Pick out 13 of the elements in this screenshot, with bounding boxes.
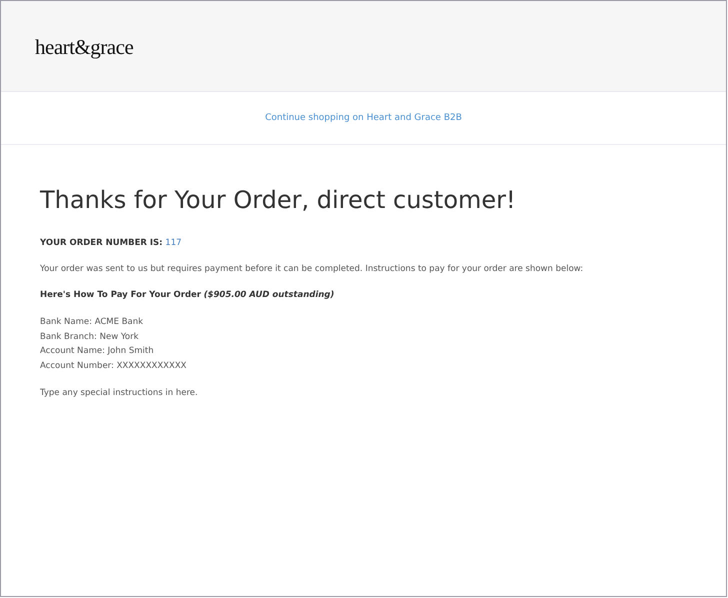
payment-heading: Here's How To Pay For Your Order xyxy=(40,290,201,300)
bank-detail: Bank Branch: New York xyxy=(40,330,139,344)
page-heading: Thanks for Your Order, direct customer! xyxy=(40,185,517,215)
outstanding-amount: ($905.00 AUD outstanding) xyxy=(204,290,334,300)
bank-detail: Account Number: XXXXXXXXXXXX xyxy=(40,360,186,372)
special-instructions: Type any special instructions in here. xyxy=(40,387,199,399)
order-number: 117 xyxy=(165,238,182,248)
order-message: Your order was sent to us but requires payment before it can be completed. Instructions to pay for your order are shown below: xyxy=(40,263,584,275)
bank-detail: Bank Name: ACME Bank xyxy=(40,316,144,329)
logo: heart&grace xyxy=(35,34,134,60)
continue-shopping-link[interactable]: Continue shopping on Heart and Grace B2B xyxy=(265,113,462,123)
order-number-label: YOUR ORDER NUMBER IS: xyxy=(40,238,163,248)
bank-detail: Account Name: John Smith xyxy=(40,345,154,358)
